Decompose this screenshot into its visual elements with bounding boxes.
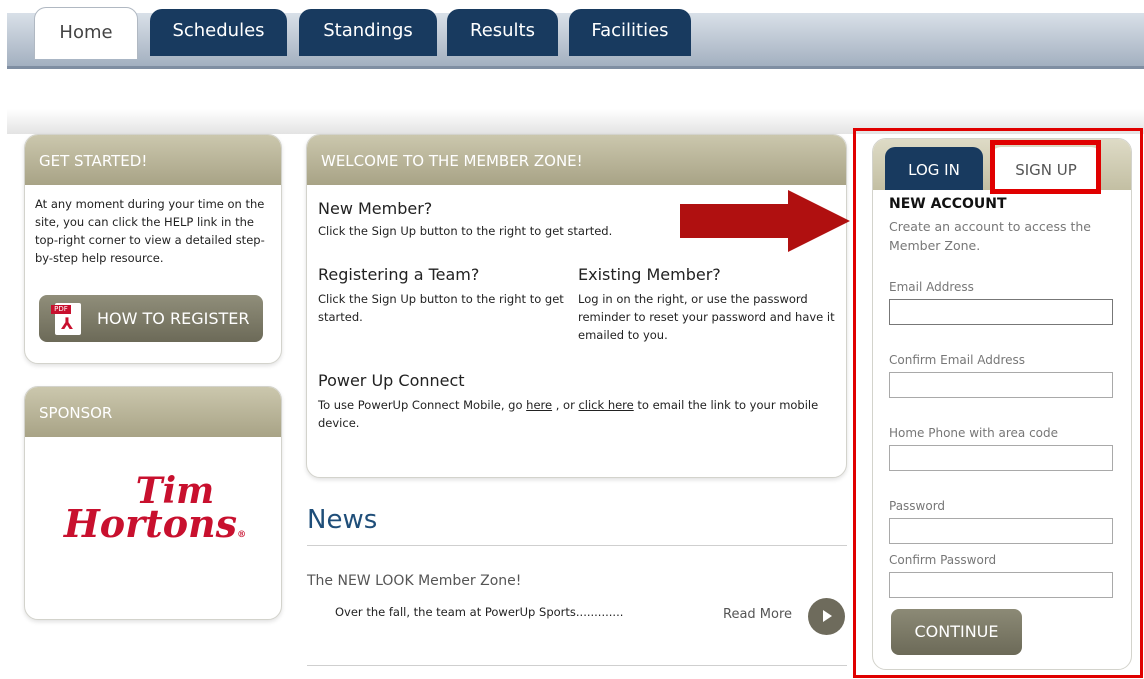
tab-log-in[interactable]: LOG IN [885, 147, 983, 190]
pdf-icon-mark: ⅄ [61, 314, 74, 333]
get-started-text: At any moment during your time on the si… [35, 197, 265, 265]
continue-button[interactable]: CONTINUE [891, 609, 1022, 655]
email-field[interactable] [889, 299, 1113, 325]
registered-mark: ® [237, 530, 247, 540]
new-account-heading: NEW ACCOUNT [889, 196, 1007, 212]
registering-text: Click the Sign Up button to the right to… [318, 292, 564, 324]
welcome-title: WELCOME TO THE MEMBER ZONE! [307, 135, 846, 185]
confirm-password-field[interactable] [889, 572, 1113, 598]
connect-click-here-link[interactable]: click here [578, 398, 633, 412]
how-to-register-button[interactable]: PDF ⅄ HOW TO REGISTER [39, 295, 263, 342]
news-divider-top [307, 545, 847, 546]
news-divider-bottom [307, 665, 847, 666]
confirm-email-field[interactable] [889, 372, 1113, 398]
tab-home[interactable]: Home [34, 7, 138, 59]
password-label: Password [889, 499, 946, 513]
get-started-box: GET STARTED! At any moment during your t… [24, 134, 282, 364]
connect-text-2: , or [552, 398, 579, 412]
pdf-icon: PDF ⅄ [51, 303, 81, 335]
pdf-icon-tag: PDF [51, 305, 71, 314]
logo-line-2: Hortons® [60, 505, 250, 543]
get-started-title: GET STARTED! [25, 135, 281, 185]
new-member-text: Click the Sign Up button to the right to… [318, 224, 613, 238]
tab-standings[interactable]: Standings [299, 9, 437, 56]
read-more-link[interactable]: Read More [723, 607, 792, 622]
sign-up-tab-highlight [990, 140, 1101, 194]
new-account-description: Create an account to access the Member Z… [889, 219, 1091, 253]
tab-results[interactable]: Results [447, 9, 558, 56]
existing-member-heading: Existing Member? [578, 265, 721, 284]
home-phone-label: Home Phone with area code [889, 426, 1059, 440]
how-to-register-label: HOW TO REGISTER [97, 309, 250, 328]
registering-heading: Registering a Team? [318, 265, 480, 284]
news-item-title[interactable]: The NEW LOOK Member Zone! [307, 573, 521, 589]
existing-member-text: Log in on the right, or use the password… [578, 292, 835, 342]
sponsor-title: SPONSOR [25, 387, 281, 437]
power-up-connect-heading: Power Up Connect [318, 371, 465, 390]
news-title: News [307, 505, 378, 535]
power-up-connect-text: To use PowerUp Connect Mobile, go here ,… [318, 396, 833, 432]
home-phone-field[interactable] [889, 445, 1113, 471]
tab-schedules[interactable]: Schedules [150, 9, 287, 56]
new-member-heading: New Member? [318, 199, 433, 218]
connect-here-link[interactable]: here [526, 398, 552, 412]
confirm-email-label: Confirm Email Address [889, 353, 1026, 367]
news-item-text: Over the fall, the team at PowerUp Sport… [335, 605, 624, 619]
tim-hortons-logo[interactable]: Tim Hortons® [60, 473, 250, 543]
read-more-arrow-icon[interactable] [808, 598, 845, 635]
password-field[interactable] [889, 518, 1113, 544]
sponsor-box: SPONSOR Tim Hortons® [24, 386, 282, 620]
connect-text-1: To use PowerUp Connect Mobile, go [318, 398, 527, 412]
logo-line-2-text: Hortons [63, 501, 238, 546]
welcome-box: WELCOME TO THE MEMBER ZONE! New Member? … [306, 134, 847, 478]
email-label: Email Address [889, 280, 974, 294]
red-arrow-annotation [680, 190, 850, 252]
tab-facilities[interactable]: Facilities [569, 9, 691, 56]
confirm-password-label: Confirm Password [889, 553, 997, 567]
